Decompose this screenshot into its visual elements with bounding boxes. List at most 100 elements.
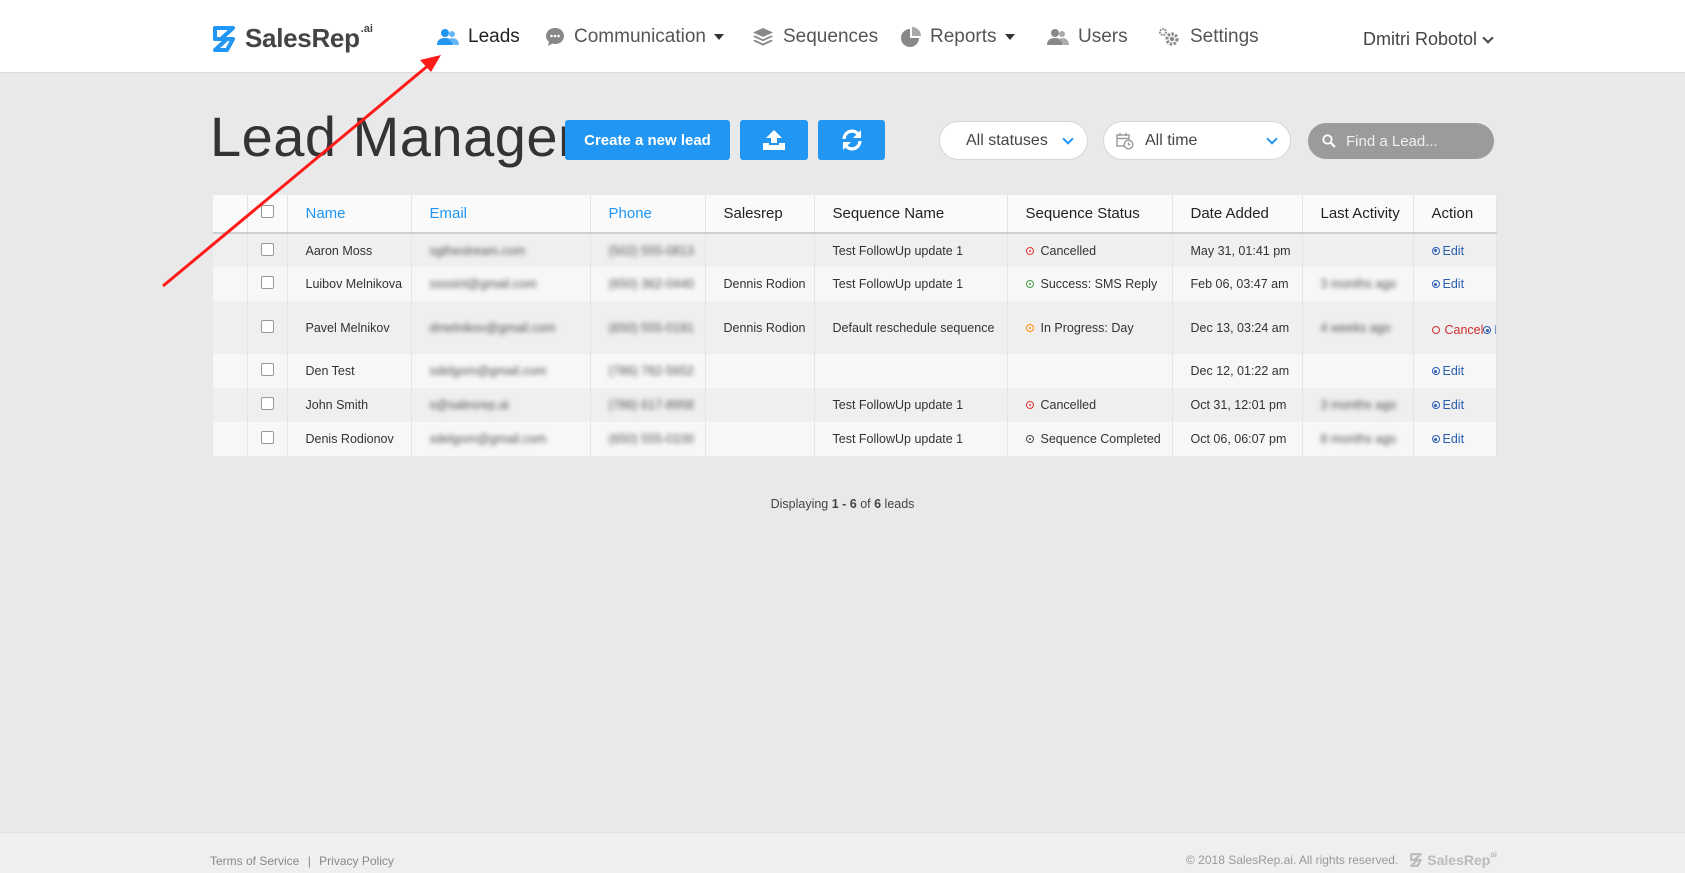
table-row[interactable]: John Smith s@salesrep.ai (786) 617-8958 Tes…	[213, 388, 1497, 422]
cell-phone: (786) 782-5652	[590, 354, 706, 388]
cell-action: Edit	[1413, 354, 1497, 388]
refresh-icon	[841, 129, 862, 151]
caret-down-icon	[1004, 34, 1015, 40]
cell-date-added: Dec 13, 03:24 am	[1172, 301, 1303, 354]
chat-bubble-icon	[546, 28, 564, 46]
create-lead-button[interactable]: Create a new lead	[565, 120, 730, 160]
cell-name: Denis Rodionov	[287, 422, 412, 456]
row-spacer	[213, 388, 248, 422]
nav-communication[interactable]: Communication	[545, 26, 724, 48]
summary-middle: of	[856, 497, 875, 511]
nav-reports-label: Reports	[930, 26, 997, 47]
search-input[interactable]	[1344, 131, 1488, 151]
row-select[interactable]	[247, 422, 288, 456]
row-select[interactable]	[247, 354, 288, 388]
row-select[interactable]	[247, 388, 288, 422]
status-indicator: Cancelled	[1025, 243, 1172, 258]
row-spacer	[213, 267, 248, 301]
status-label: Cancelled	[1040, 243, 1097, 258]
edit-icon	[1483, 326, 1492, 334]
edit-link[interactable]: Edit	[1431, 277, 1464, 291]
cell-phone: (502) 555-0813	[590, 233, 706, 267]
cell-phone: (650) 555-0100	[590, 422, 706, 456]
cell-action: Edit	[1413, 267, 1497, 301]
row-checkbox[interactable]	[260, 242, 274, 256]
status-indicator: Cancelled	[1025, 398, 1172, 412]
cancel-link[interactable]: Cancel	[1431, 323, 1483, 337]
row-checkbox[interactable]	[260, 363, 274, 376]
phone-value: (650) 555-0191	[608, 320, 694, 335]
email-value: sdelgom@gmail.com	[429, 432, 547, 446]
terms-link[interactable]: Terms of Service	[210, 854, 299, 868]
row-select[interactable]	[247, 301, 288, 354]
brand-name: SalesRep	[245, 23, 360, 53]
column-header-phone[interactable]: Phone	[590, 195, 706, 234]
table-row[interactable]: Pavel Melnikov dmelnikov@gmail.com (650) 5…	[213, 301, 1497, 354]
status-filter-select[interactable]: All statuses	[939, 121, 1088, 160]
header-select-all[interactable]	[247, 195, 288, 234]
cell-date-added: Oct 06, 06:07 pm	[1172, 422, 1303, 456]
cell-salesrep	[705, 422, 815, 456]
row-checkbox[interactable]	[260, 397, 274, 410]
chevron-down-icon	[1062, 133, 1074, 145]
footer-links: Terms of Service | Privacy Policy	[210, 854, 394, 868]
row-select[interactable]	[247, 233, 288, 267]
cell-action: Edit	[1413, 233, 1497, 267]
status-red-icon	[1025, 401, 1034, 409]
cell-name: Luibov Melnikova	[287, 267, 412, 301]
select-all-checkbox[interactable]	[260, 205, 274, 218]
cell-sequence-name: Test FollowUp update 1	[814, 267, 1008, 301]
edit-link[interactable]: Edit	[1431, 243, 1465, 258]
row-checkbox[interactable]	[260, 431, 274, 444]
nav-sequences[interactable]: Sequences	[752, 26, 878, 48]
nav-users-label: Users	[1078, 26, 1128, 47]
status-label: In Progress: Day	[1040, 320, 1134, 335]
phone-value: (650) 555-0100	[608, 432, 694, 446]
user-menu[interactable]: Dmitri Robotol	[1363, 29, 1494, 50]
edit-icon	[1431, 367, 1440, 375]
summary-suffix: leads	[881, 497, 915, 511]
table-row[interactable]: Aaron Moss sgthestream.com (502) 555-0813 T…	[213, 233, 1497, 267]
status-indicator: Success: SMS Reply	[1025, 277, 1172, 291]
status-dark-icon	[1025, 435, 1034, 443]
status-label: Success: SMS Reply	[1040, 277, 1158, 291]
column-header-name[interactable]: Name	[287, 195, 412, 234]
table-row[interactable]: Luibov Melnikova ssssinl@gmail.com (650) 3…	[213, 267, 1497, 301]
nav-leads[interactable]: Leads	[437, 26, 520, 48]
table-row[interactable]: Den Test sdelgom@gmail.com (786) 782-5652 D…	[213, 354, 1497, 388]
upload-button[interactable]	[740, 120, 808, 160]
refresh-button[interactable]	[818, 120, 885, 160]
brand-suffix: .ai	[360, 22, 373, 35]
calendar-clock-icon	[1116, 132, 1134, 150]
users-icon	[437, 29, 459, 45]
cell-sequence-status: Success: SMS Reply	[1007, 267, 1173, 301]
privacy-link[interactable]: Privacy Policy	[319, 854, 394, 868]
cell-date-added: Dec 12, 01:22 am	[1172, 354, 1303, 388]
column-header-email[interactable]: Email	[411, 195, 591, 234]
nav-users[interactable]: Users	[1047, 26, 1128, 48]
edit-link[interactable]: Edit	[1483, 323, 1495, 337]
row-checkbox[interactable]	[260, 319, 274, 333]
nav-settings[interactable]: Settings	[1158, 26, 1259, 48]
cell-email: dmelnikov@gmail.com	[411, 301, 591, 354]
cell-last-activity	[1302, 354, 1414, 388]
action-label: Edit	[1442, 243, 1465, 258]
cell-email: sdelgom@gmail.com	[411, 422, 591, 456]
search-box[interactable]	[1308, 123, 1494, 159]
nav-reports[interactable]: Reports	[900, 26, 1015, 48]
action-label: Edit	[1442, 432, 1465, 446]
phone-value: (650) 362-0440	[608, 277, 694, 291]
cell-sequence-name: Default reschedule sequence	[814, 301, 1008, 354]
cell-phone: (650) 555-0191	[590, 301, 706, 354]
row-checkbox[interactable]	[260, 276, 274, 289]
table-row[interactable]: Denis Rodionov sdelgom@gmail.com (650) 555…	[213, 422, 1497, 456]
edit-link[interactable]: Edit	[1431, 432, 1465, 446]
time-filter-select[interactable]: All time	[1103, 121, 1291, 160]
edit-link[interactable]: Edit	[1431, 364, 1464, 378]
edit-link[interactable]: Edit	[1431, 398, 1464, 412]
row-select[interactable]	[247, 267, 288, 301]
phone-value: (502) 555-0813	[608, 243, 694, 258]
status-orange-icon	[1025, 323, 1034, 332]
salesrep-logo[interactable]: SalesRep .ai	[209, 23, 373, 54]
status-green-icon	[1025, 280, 1034, 288]
